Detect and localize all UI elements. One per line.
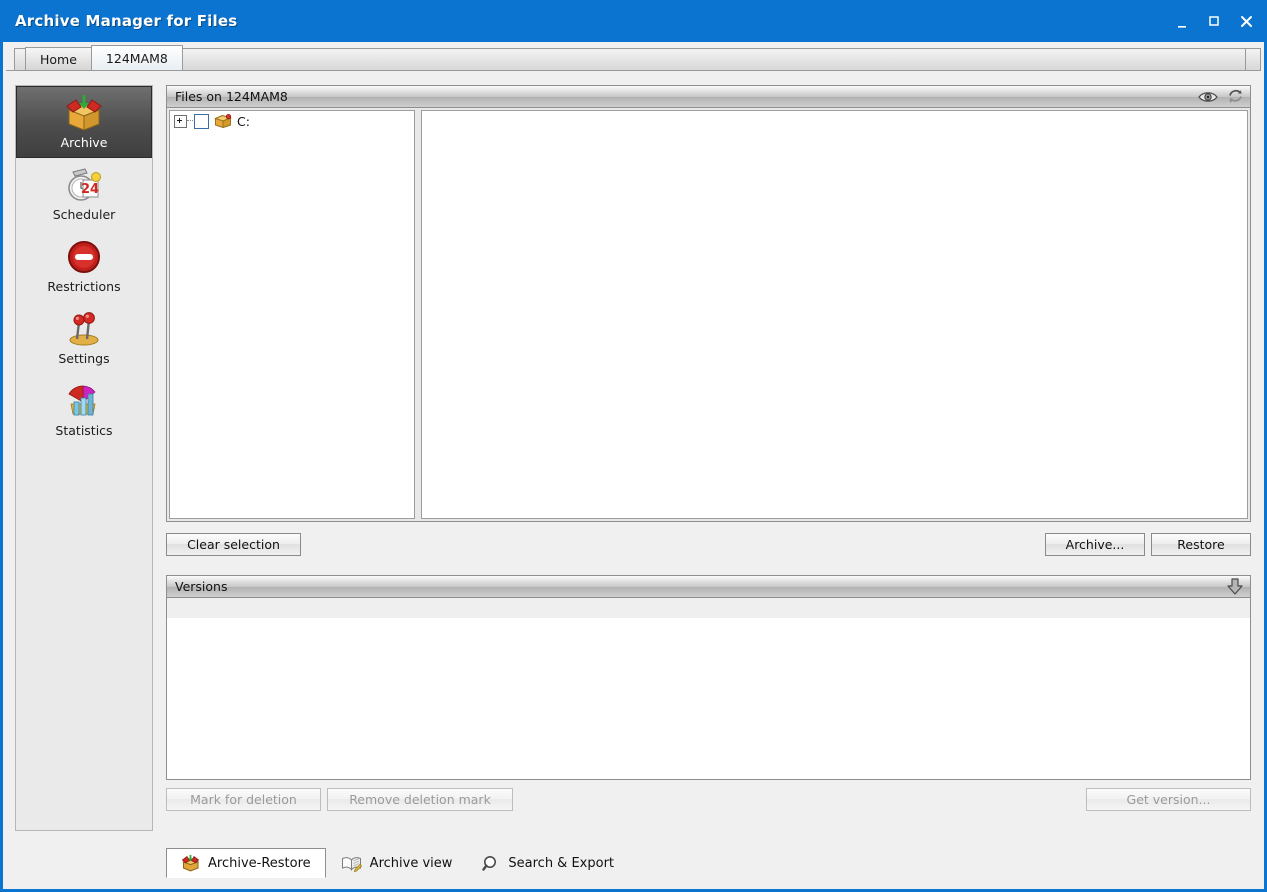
tree-checkbox[interactable] bbox=[194, 114, 209, 129]
open-book-icon bbox=[341, 855, 362, 872]
tab-strip-end[interactable] bbox=[1245, 48, 1261, 70]
versions-panel-header-icons bbox=[1226, 578, 1244, 595]
sidebar-item-label: Restrictions bbox=[47, 279, 120, 294]
bottom-tab-archive-view[interactable]: Archive view bbox=[326, 848, 468, 878]
files-panel-body: C: bbox=[167, 108, 1250, 521]
versions-button-row: Mark for deletion Remove deletion mark G… bbox=[166, 787, 1251, 811]
bottom-tab-archive-restore[interactable]: Archive-Restore bbox=[166, 848, 326, 878]
no-entry-icon bbox=[64, 238, 104, 276]
sidebar-item-archive[interactable]: Archive bbox=[16, 86, 152, 158]
versions-panel: Versions bbox=[166, 575, 1251, 780]
svg-text:24: 24 bbox=[81, 182, 99, 197]
versions-panel-header: Versions bbox=[167, 576, 1250, 598]
tree-item-c[interactable]: C: bbox=[170, 111, 414, 131]
eye-icon[interactable] bbox=[1198, 90, 1218, 104]
sidebar: Archive 24 Schedule bbox=[15, 85, 153, 831]
archive-button[interactable]: Archive... bbox=[1045, 533, 1145, 556]
tab-124mam8[interactable]: 124MAM8 bbox=[91, 45, 183, 70]
versions-panel-title: Versions bbox=[175, 579, 227, 594]
get-version-button[interactable]: Get version... bbox=[1086, 788, 1251, 811]
magnifier-icon bbox=[482, 855, 500, 872]
bottom-tab-search-export[interactable]: Search & Export bbox=[467, 848, 629, 878]
versions-list[interactable] bbox=[167, 618, 1250, 779]
minimize-button[interactable] bbox=[1174, 12, 1190, 30]
drive-icon bbox=[214, 113, 232, 129]
sidebar-item-statistics[interactable]: Statistics bbox=[16, 374, 152, 446]
body-area: Archive 24 Schedule bbox=[6, 70, 1261, 886]
sidebar-item-label: Archive bbox=[61, 135, 108, 150]
bottom-tab-label: Search & Export bbox=[508, 856, 614, 871]
close-button[interactable] bbox=[1238, 12, 1254, 30]
bottom-tab-label: Archive view bbox=[370, 856, 453, 871]
files-panel-header-icons bbox=[1198, 89, 1244, 105]
pushpins-icon bbox=[63, 310, 105, 348]
sidebar-item-settings[interactable]: Settings bbox=[16, 302, 152, 374]
bottom-tab-label: Archive-Restore bbox=[208, 856, 311, 871]
expander-icon[interactable] bbox=[174, 115, 187, 128]
tab-home[interactable]: Home bbox=[25, 47, 92, 70]
versions-column-header bbox=[167, 598, 1250, 619]
window-controls bbox=[1174, 12, 1254, 30]
files-button-row: Clear selection Archive... Restore bbox=[166, 532, 1251, 556]
maximize-button[interactable] bbox=[1206, 12, 1222, 30]
files-panel: Files on 124MAM8 bbox=[166, 85, 1251, 522]
restore-button[interactable]: Restore bbox=[1151, 533, 1251, 556]
title-bar: Archive Manager for Files bbox=[3, 0, 1264, 42]
sidebar-item-scheduler[interactable]: 24 Scheduler bbox=[16, 158, 152, 230]
files-panel-header: Files on 124MAM8 bbox=[167, 86, 1250, 108]
refresh-icon[interactable] bbox=[1227, 89, 1244, 105]
file-list[interactable] bbox=[421, 110, 1248, 519]
application-window: Archive Manager for Files Home 124MAM8 bbox=[0, 0, 1267, 892]
sidebar-item-label: Scheduler bbox=[53, 207, 116, 222]
mark-for-deletion-button[interactable]: Mark for deletion bbox=[166, 788, 321, 811]
archive-box-icon bbox=[63, 94, 105, 132]
window-frame: Archive Manager for Files Home 124MAM8 bbox=[0, 0, 1267, 892]
file-tree[interactable]: C: bbox=[169, 110, 415, 519]
window-title: Archive Manager for Files bbox=[15, 12, 237, 30]
chart-icon bbox=[63, 382, 105, 420]
sidebar-item-label: Statistics bbox=[55, 423, 112, 438]
archive-box-icon bbox=[181, 855, 200, 872]
remove-deletion-mark-button[interactable]: Remove deletion mark bbox=[327, 788, 513, 811]
files-panel-title: Files on 124MAM8 bbox=[175, 89, 288, 104]
tab-strip-filler bbox=[182, 48, 1246, 70]
sidebar-item-label: Settings bbox=[58, 351, 109, 366]
tree-item-label: C: bbox=[237, 114, 250, 129]
bottom-tab-bar: Archive-Restore Archive view bbox=[166, 846, 1251, 878]
sidebar-item-restrictions[interactable]: Restrictions bbox=[16, 230, 152, 302]
tree-connector bbox=[187, 120, 193, 122]
clock-calendar-icon: 24 bbox=[63, 166, 105, 204]
clear-selection-button[interactable]: Clear selection bbox=[166, 533, 301, 556]
main-content: Files on 124MAM8 bbox=[166, 85, 1251, 878]
top-tab-strip: Home 124MAM8 bbox=[6, 42, 1261, 70]
down-arrow-icon[interactable] bbox=[1226, 578, 1244, 595]
